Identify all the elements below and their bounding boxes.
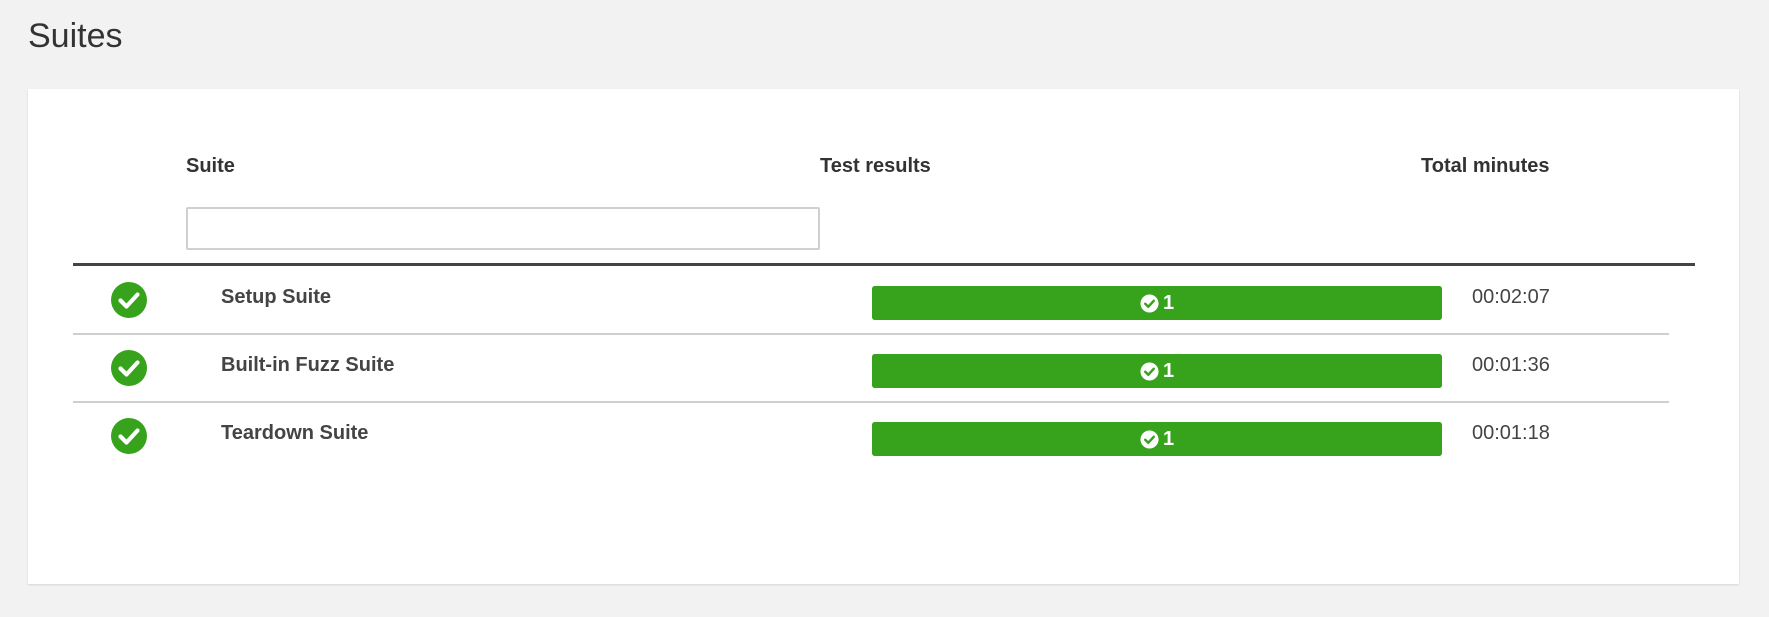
check-circle-icon	[1140, 293, 1159, 313]
suites-card: Suite Test results Total minutes Setup S…	[28, 89, 1739, 584]
passed-count-value: 1	[1162, 360, 1175, 382]
suite-name[interactable]: Built-in Fuzz Suite	[221, 353, 394, 377]
test-results-column-header[interactable]: Test results	[820, 154, 931, 178]
test-results-bar[interactable]: 1	[872, 422, 1442, 456]
passed-count: 1	[1140, 361, 1174, 381]
total-minutes-value: 00:01:18	[1472, 422, 1550, 444]
suite-name[interactable]: Setup Suite	[221, 285, 331, 309]
page-title: Suites	[28, 17, 123, 55]
test-results-bar[interactable]: 1	[872, 286, 1442, 320]
suite-name[interactable]: Teardown Suite	[221, 421, 368, 445]
check-circle-icon	[111, 282, 147, 318]
passed-count-value: 1	[1162, 292, 1175, 314]
check-circle-icon	[111, 350, 147, 386]
table-row[interactable]: Built-in Fuzz Suite 1 00:01:36	[73, 334, 1669, 403]
suite-column-header[interactable]: Suite	[186, 154, 235, 178]
check-circle-icon	[1140, 429, 1159, 449]
total-minutes-column-header[interactable]: Total minutes	[1421, 154, 1550, 178]
total-minutes-value: 00:01:36	[1472, 354, 1550, 376]
check-circle-icon	[1140, 361, 1159, 381]
table-row[interactable]: Teardown Suite 1 00:01:18	[73, 402, 1669, 469]
total-minutes-value: 00:02:07	[1472, 286, 1550, 308]
passed-count: 1	[1140, 293, 1174, 313]
table-row[interactable]: Setup Suite 1 00:02:07	[73, 266, 1669, 335]
test-results-bar[interactable]: 1	[872, 354, 1442, 388]
check-circle-icon	[111, 418, 147, 454]
passed-count-value: 1	[1162, 428, 1175, 450]
suite-filter-input[interactable]	[186, 207, 820, 250]
passed-count: 1	[1140, 429, 1174, 449]
